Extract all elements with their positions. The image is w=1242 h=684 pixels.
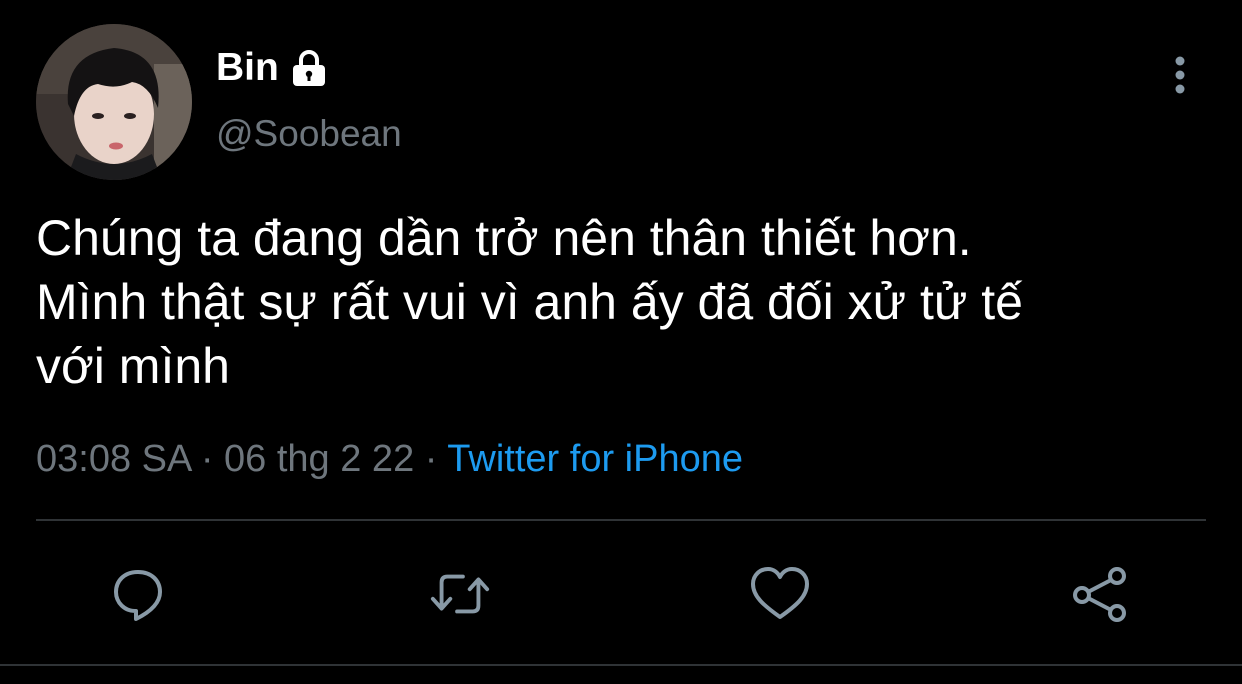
tweet-meta: 03:08 SA · 06 thg 2 22 · Twitter for iPh… [36, 434, 743, 484]
divider [0, 664, 1242, 666]
tweet-source-link[interactable]: Twitter for iPhone [447, 438, 743, 480]
meta-separator: · [200, 438, 225, 480]
tweet-text-line: Chúng ta đang dần trở nên thân thiết hơn… [36, 210, 972, 266]
lock-icon [289, 48, 329, 88]
reply-bubble-icon [114, 570, 162, 621]
like-button[interactable] [748, 562, 812, 626]
divider [36, 519, 1206, 521]
meta-separator: · [424, 438, 448, 480]
display-name[interactable]: Bin [216, 44, 279, 92]
tweet-time[interactable]: 03:08 SA [36, 438, 190, 480]
tweet-detail: Bin @Soobean Chúng ta đang dần trở nên t… [0, 0, 1242, 684]
tweet-text-line: với mình [36, 338, 230, 394]
tweet-date[interactable]: 06 thg 2 22 [224, 438, 414, 480]
retweet-button[interactable] [428, 562, 492, 626]
heart-icon [751, 567, 809, 619]
tweet-text: Chúng ta đang dần trở nên thân thiết hơn… [36, 206, 1206, 398]
author-name-row: Bin [216, 44, 329, 92]
reply-button[interactable] [106, 562, 170, 626]
share-button[interactable] [1068, 562, 1132, 626]
avatar[interactable] [36, 24, 192, 180]
user-handle[interactable]: @Soobean [216, 112, 402, 156]
more-vertical-icon [1175, 56, 1185, 94]
share-icon [1073, 567, 1126, 622]
more-options-button[interactable] [1160, 52, 1200, 98]
tweet-text-line: Mình thật sự rất vui vì anh ấy đã đối xử… [36, 274, 1023, 330]
retweet-icon [430, 574, 490, 614]
avatar-image [36, 24, 192, 180]
